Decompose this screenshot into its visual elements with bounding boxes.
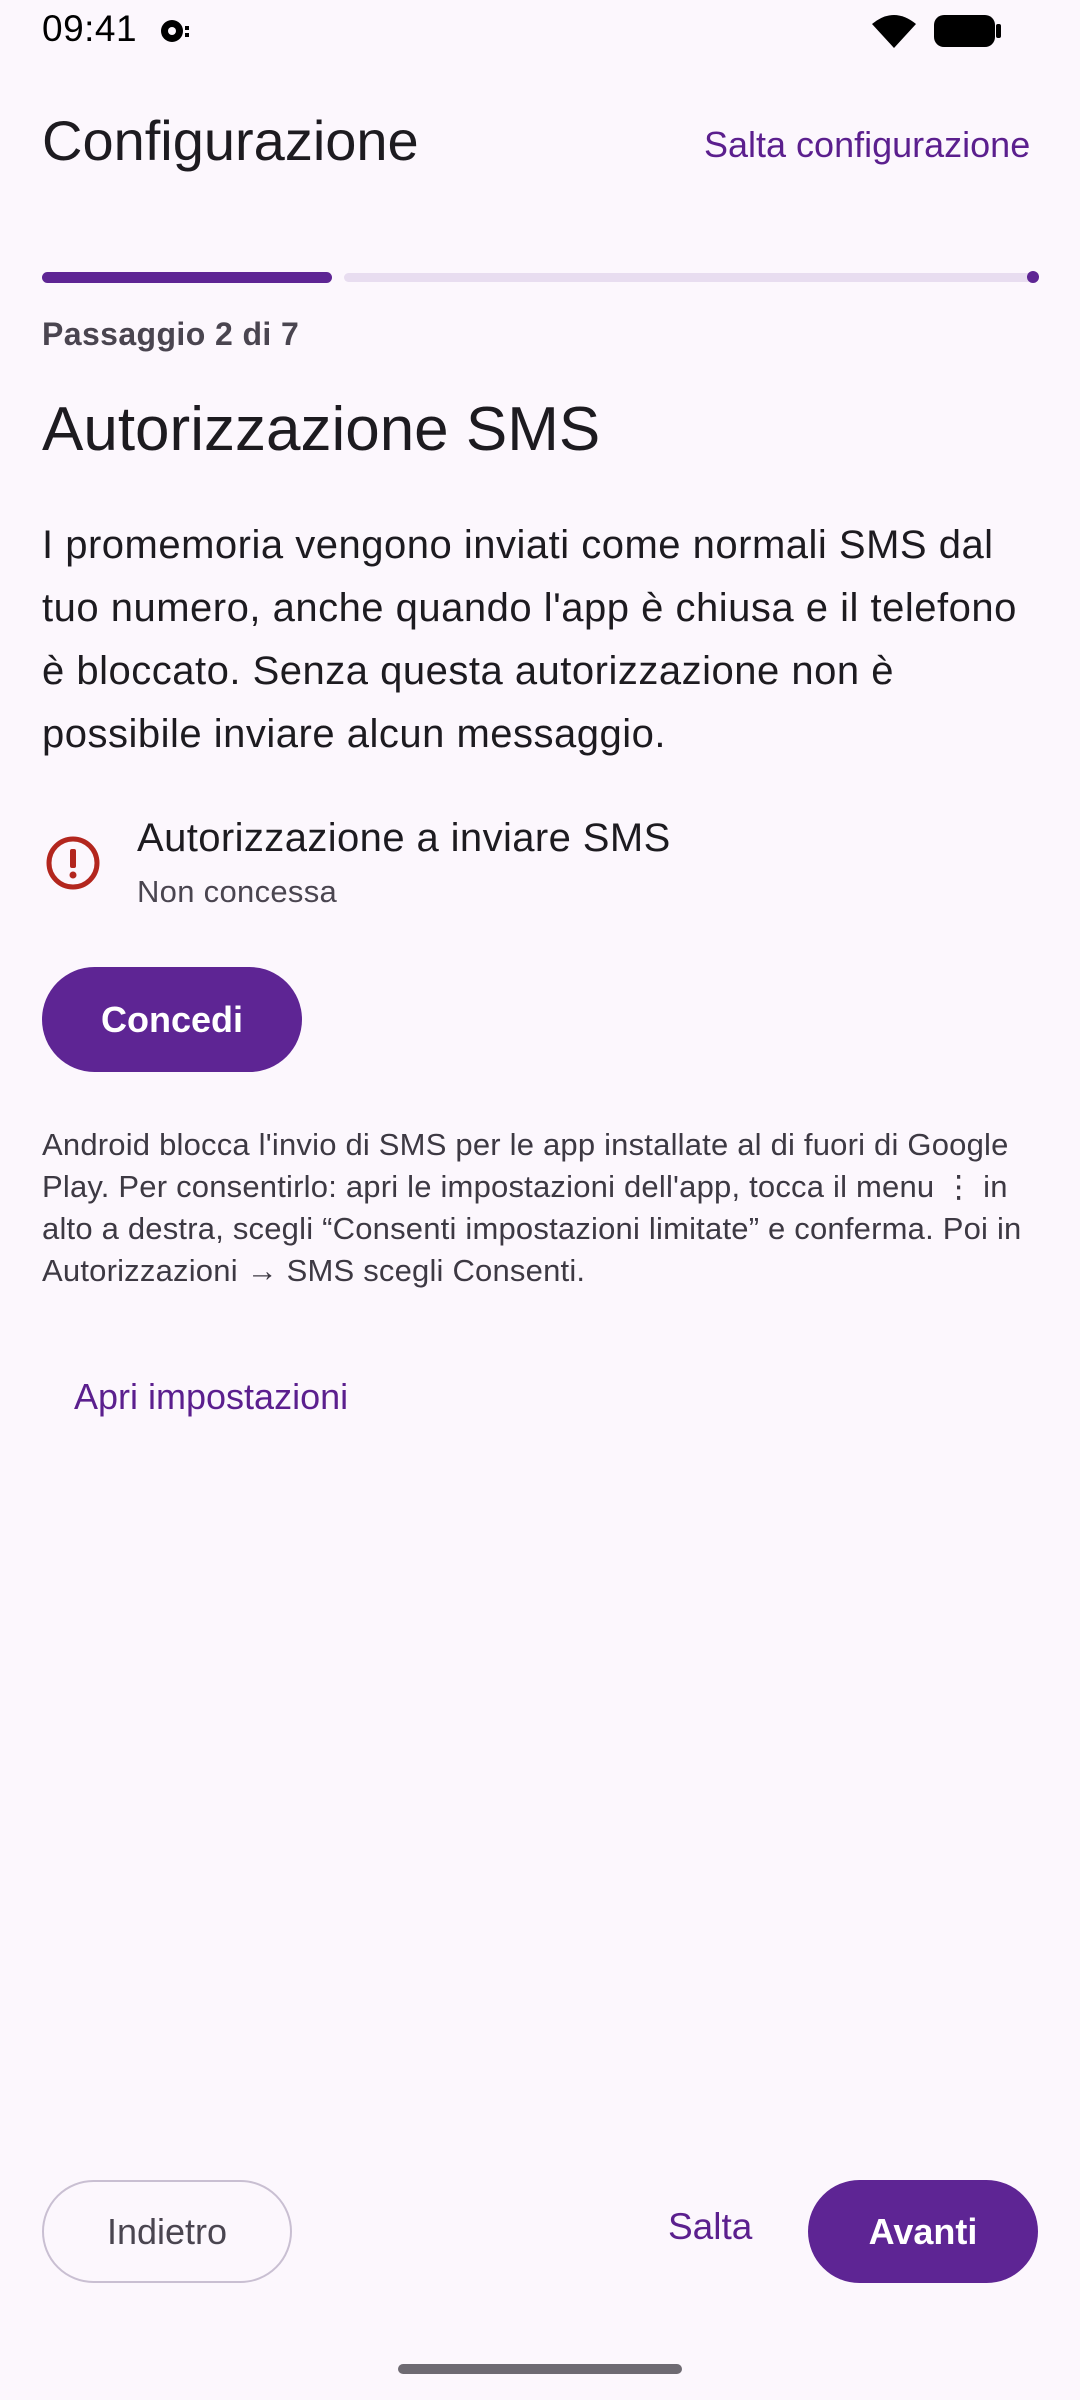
battery-icon — [934, 15, 1001, 47]
step-indicator: Passaggio 2 di 7 — [42, 316, 300, 352]
wifi-icon — [872, 15, 916, 48]
permission-status: Non concessa — [137, 874, 338, 909]
grant-permission-button[interactable]: Concedi — [42, 967, 302, 1072]
skip-setup-button[interactable]: Salta configurazione — [704, 124, 1030, 166]
error-icon — [46, 836, 100, 890]
section-description: I promemoria vengono inviati come normal… — [42, 523, 1017, 756]
help-text: Android blocca l'invio di SMS per le app… — [42, 1127, 1022, 1288]
notification-icon — [161, 20, 189, 42]
progress-end-dot — [1027, 271, 1039, 283]
next-button[interactable]: Avanti — [808, 2180, 1038, 2283]
page-title: Configurazione — [42, 109, 419, 172]
progress-track — [344, 273, 1034, 282]
skip-button[interactable]: Salta — [668, 2206, 752, 2248]
back-button[interactable]: Indietro — [42, 2180, 292, 2283]
section-title: Autorizzazione SMS — [42, 395, 601, 464]
progress-fill — [42, 272, 332, 283]
status-time: 09:41 — [42, 8, 138, 49]
permission-title: Autorizzazione a inviare SMS — [137, 816, 671, 860]
open-settings-button[interactable]: Apri impostazioni — [74, 1376, 348, 1418]
home-indicator[interactable] — [398, 2364, 682, 2374]
